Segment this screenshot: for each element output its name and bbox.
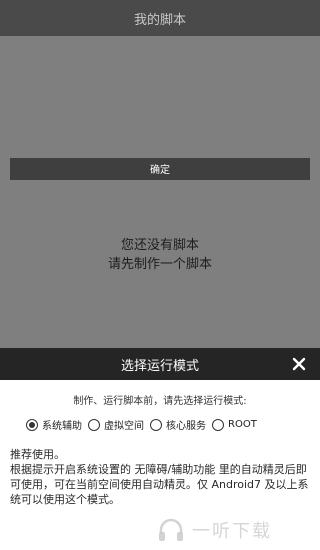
watermark: 一听下载 — [156, 512, 316, 548]
empty-state-line-2: 请先制作一个脚本 — [107, 257, 212, 272]
option-system-assist[interactable]: 系统辅助 — [26, 417, 82, 432]
radio-unselected-icon[interactable] — [88, 418, 100, 431]
empty-state-message: 您还没有脚本 请先制作一个脚本 — [0, 236, 320, 274]
page-title: 我的脚本 — [133, 12, 186, 28]
empty-state-line-1: 您还没有脚本 — [120, 238, 199, 253]
description-line-1: 推荐使用。 — [10, 448, 65, 461]
run-mode-dialog-header: 选择运行模式 — [0, 348, 320, 380]
close-icon — [292, 357, 306, 371]
radio-unselected-icon[interactable] — [212, 418, 224, 431]
radio-unselected-icon[interactable] — [150, 418, 162, 431]
option-core-service[interactable]: 核心服务 — [150, 417, 206, 432]
radio-selected-icon[interactable] — [26, 418, 38, 431]
description-line-2: 根据提示开启系统设置的 无障碍/辅助功能 里的自动精灵后即可使用，可在当前空间使… — [10, 463, 309, 506]
dialog-prompt: 制作、运行脚本前，请先选择运行模式: — [73, 396, 247, 407]
close-button[interactable] — [286, 348, 312, 380]
dialog-title: 选择运行模式 — [120, 358, 199, 374]
script-list-area — [0, 36, 320, 348]
option-label: ROOT — [228, 419, 257, 430]
headphones-logo-icon — [159, 518, 183, 541]
confirm-button[interactable]: 确定 — [10, 158, 310, 180]
option-root[interactable]: ROOT — [212, 418, 257, 431]
app-header: 我的脚本 — [0, 0, 320, 36]
option-label: 虚拟空间 — [104, 421, 144, 432]
option-label: 核心服务 — [166, 421, 206, 432]
confirm-label: 确定 — [150, 165, 170, 176]
mode-description: 推荐使用。 根据提示开启系统设置的 无障碍/辅助功能 里的自动精灵后即可使用，可… — [10, 447, 312, 507]
option-label: 系统辅助 — [42, 421, 82, 432]
run-mode-options: 系统辅助 虚拟空间 核心服务 ROOT — [26, 417, 257, 432]
option-virtual-space[interactable]: 虚拟空间 — [88, 417, 144, 432]
watermark-text: 一听下载 — [192, 521, 272, 542]
